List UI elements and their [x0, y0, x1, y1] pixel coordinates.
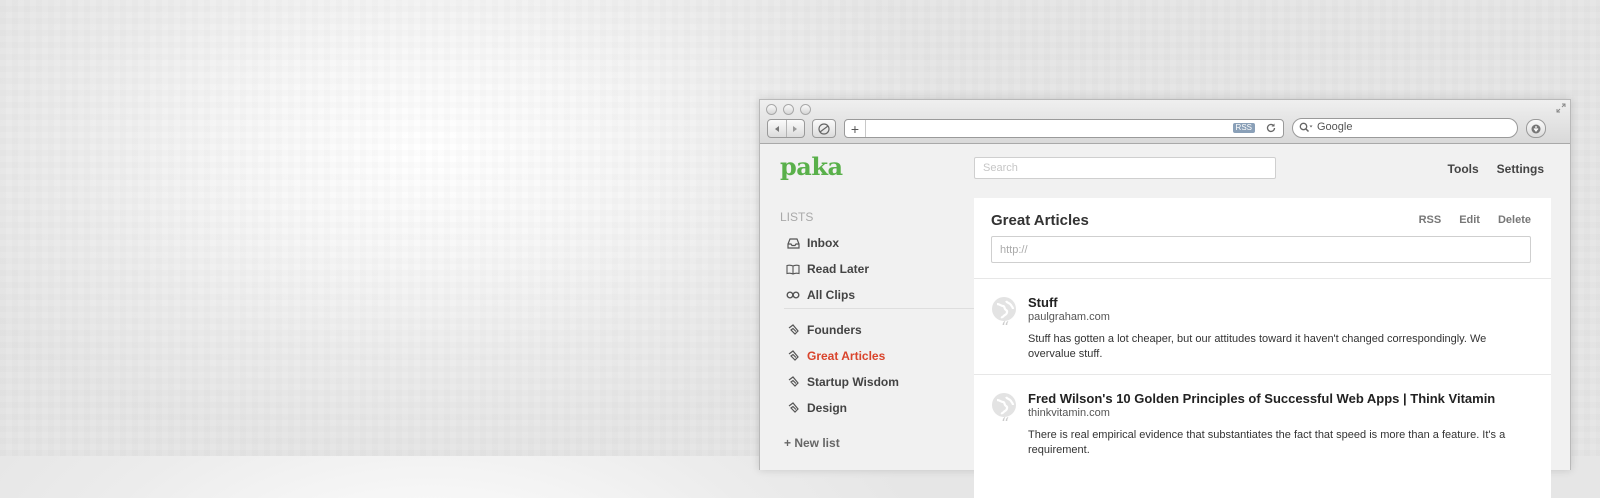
paperclip-icon — [786, 350, 800, 362]
search-icon — [1299, 122, 1313, 133]
back-button[interactable] — [768, 120, 786, 137]
add-bookmark-button[interactable]: + — [845, 120, 866, 137]
edit-link[interactable]: Edit — [1459, 214, 1480, 226]
rss-link[interactable]: RSS — [1419, 214, 1442, 226]
sidebar-item-label: Inbox — [807, 236, 839, 250]
download-icon — [1531, 124, 1541, 133]
sidebar-item-label: All Clips — [807, 288, 856, 302]
sidebar-item-founders[interactable]: Founders — [786, 323, 862, 337]
browser-search-field[interactable]: Google — [1292, 118, 1518, 138]
sidebar-item-label: Read Later — [807, 262, 870, 276]
close-window-button[interactable] — [766, 104, 777, 115]
article-title[interactable]: Fred Wilson's 10 Golden Principles of Su… — [1028, 391, 1495, 406]
lists-heading: LISTS — [780, 210, 814, 224]
window-controls — [766, 104, 811, 115]
minimize-window-button[interactable] — [783, 104, 794, 115]
sidebar-item-label: Founders — [807, 323, 862, 337]
list-panel: Great Articles RSS Edit Delete “ Stuff p… — [974, 198, 1551, 498]
settings-link[interactable]: Settings — [1497, 162, 1544, 176]
sidebar-item-label: Startup Wisdom — [807, 375, 899, 389]
back-forward-buttons — [767, 119, 805, 138]
paperclip-icon — [786, 402, 800, 414]
sidebar-item-read-later[interactable]: Read Later — [786, 262, 869, 276]
rss-badge[interactable]: RSS — [1232, 123, 1255, 133]
forward-button[interactable] — [785, 120, 805, 137]
browser-window: + RSS Google paka Tools S — [759, 99, 1571, 498]
article-quote: There is real empirical evidence that su… — [1028, 429, 1506, 456]
tools-link[interactable]: Tools — [1448, 162, 1479, 176]
sidebar-item-great-articles[interactable]: Great Articles — [786, 349, 885, 363]
infinity-icon — [786, 289, 800, 301]
sidebar-item-label: Design — [807, 401, 848, 415]
list-actions: RSS Edit Delete — [1419, 214, 1531, 226]
sidebar-item-label: Great Articles — [807, 349, 886, 363]
top-navigation: Tools Settings — [1448, 162, 1544, 176]
panel-divider — [974, 278, 1551, 279]
new-list-link[interactable]: + New list — [784, 436, 840, 450]
browser-toolbar: + RSS Google — [760, 100, 1570, 144]
delete-link[interactable]: Delete — [1498, 214, 1531, 226]
paka-extension-button[interactable] — [812, 119, 836, 138]
quote-icon: “ — [1001, 318, 1010, 337]
sidebar-item-design[interactable]: Design — [786, 401, 847, 415]
article-title[interactable]: Stuff — [1028, 295, 1058, 310]
back-arrow-icon — [774, 125, 779, 132]
sidebar-divider — [784, 308, 974, 309]
article-quote: Stuff has gotten a lot cheaper, but our … — [1028, 333, 1487, 360]
article-divider — [974, 374, 1551, 375]
paka-app: paka Tools Settings LISTS Inbox Read Lat… — [760, 144, 1570, 498]
zoom-window-button[interactable] — [800, 104, 811, 115]
book-icon — [786, 263, 800, 275]
sidebar-item-inbox[interactable]: Inbox — [786, 236, 839, 250]
sidebar-item-all-clips[interactable]: All Clips — [786, 288, 855, 302]
reload-icon[interactable] — [1265, 122, 1277, 134]
paka-logo[interactable]: paka — [780, 152, 843, 181]
search-engine-label: Google — [1317, 121, 1353, 133]
inbox-icon — [786, 237, 800, 249]
article-domain: paulgraham.com — [1028, 311, 1110, 323]
add-url-input[interactable] — [991, 236, 1531, 263]
article-domain: thinkvitamin.com — [1028, 407, 1110, 419]
address-bar[interactable]: + RSS — [844, 119, 1284, 138]
paperclip-icon — [786, 376, 800, 388]
forward-arrow-icon — [793, 125, 798, 132]
downloads-button[interactable] — [1526, 119, 1546, 138]
quote-icon: “ — [1001, 414, 1010, 433]
list-title: Great Articles — [991, 212, 1089, 229]
app-search-input[interactable] — [974, 157, 1276, 179]
paperclip-icon — [786, 324, 800, 336]
paka-clip-icon — [818, 122, 830, 135]
sidebar-item-startup-wisdom[interactable]: Startup Wisdom — [786, 375, 899, 389]
fullscreen-icon[interactable] — [1556, 103, 1566, 113]
